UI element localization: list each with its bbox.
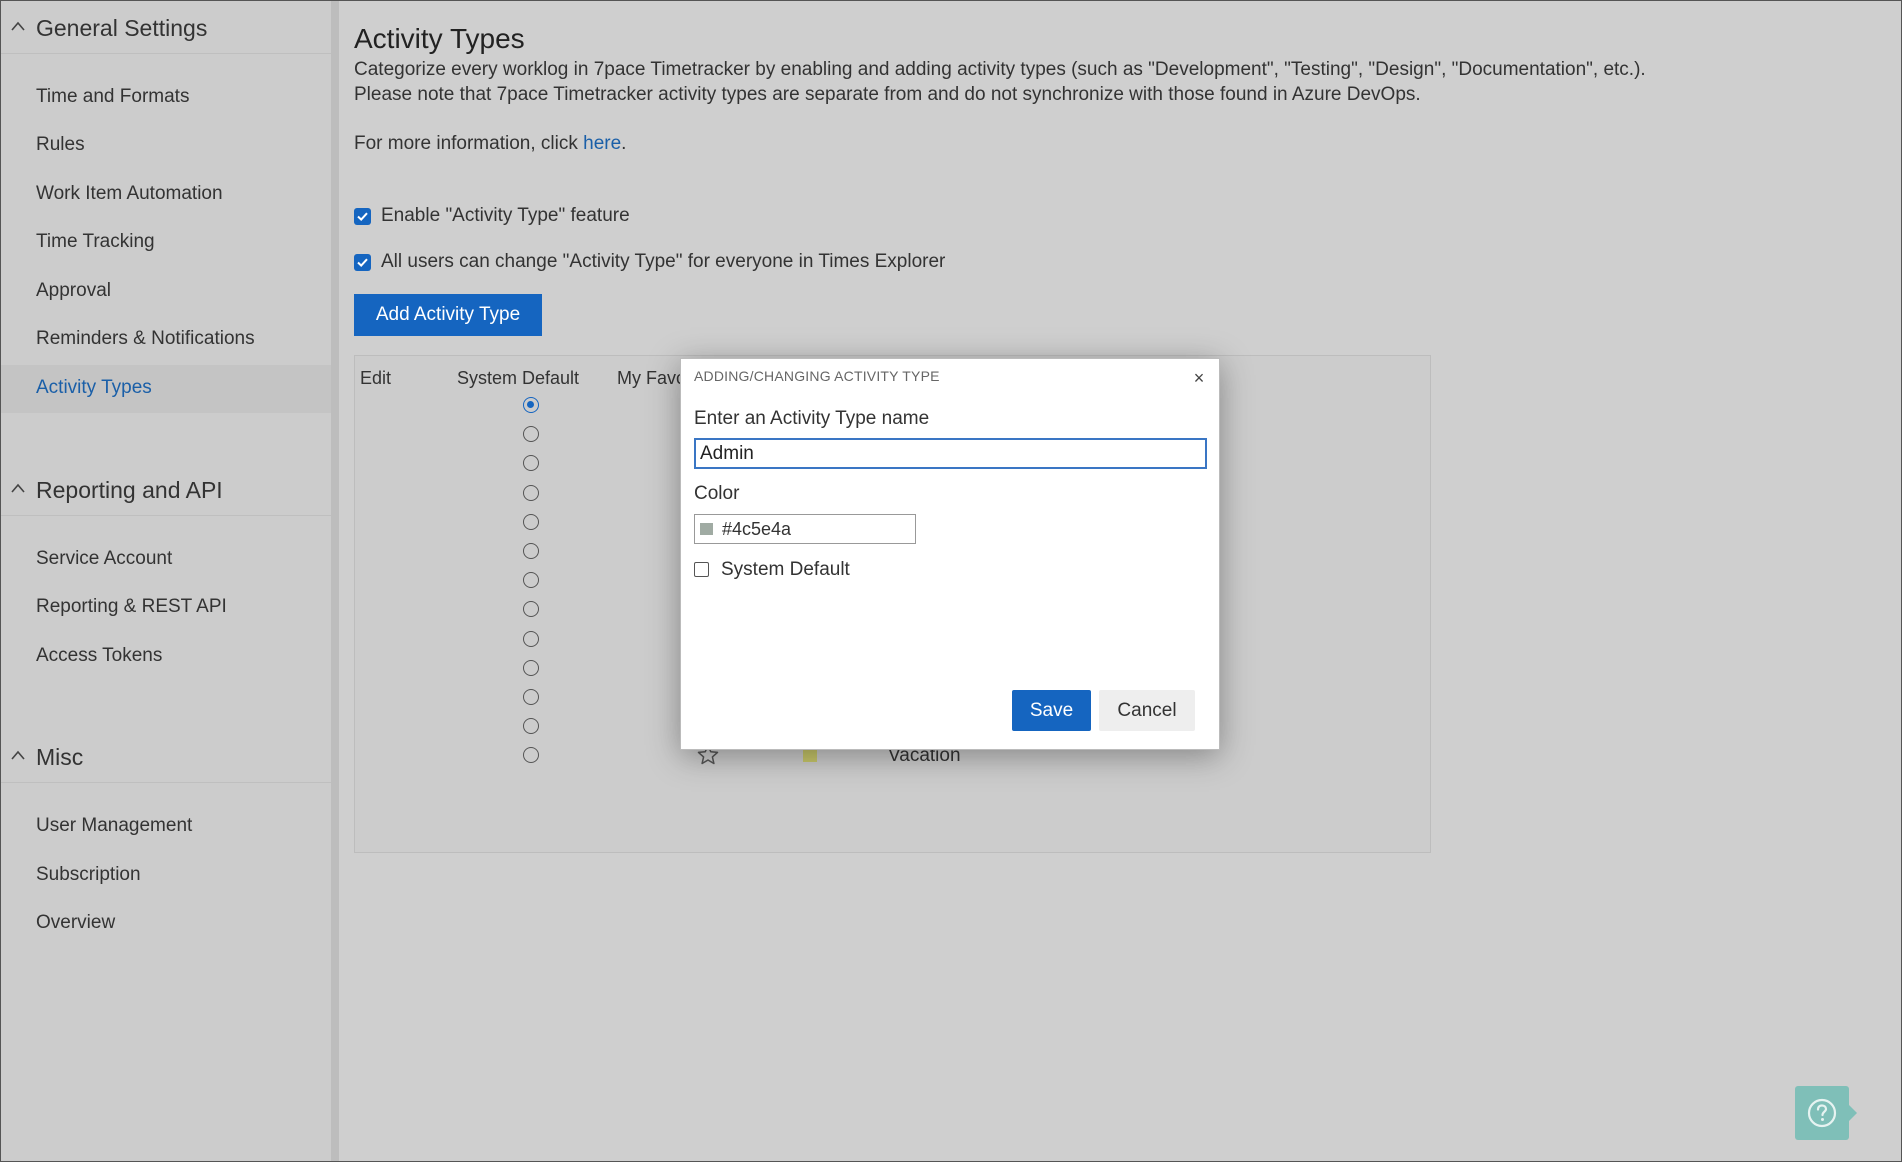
section-title: Misc [36,744,84,770]
sidebar-item-work-item-automation[interactable]: Work Item Automation [1,171,331,219]
activity-type-dialog: ADDING/CHANGING ACTIVITY TYPE × Enter an… [680,358,1220,750]
activity-type-name-input[interactable] [694,438,1207,469]
system-default-radio[interactable] [523,689,539,705]
dialog-title: ADDING/CHANGING ACTIVITY TYPE [694,368,940,384]
section-title: Reporting and API [36,477,223,503]
color-field-label: Color [694,483,740,504]
column-header-system-default: System Default [457,368,580,388]
system-default-radio[interactable] [523,543,539,559]
sidebar-item-rules[interactable]: Rules [1,122,331,170]
system-default-radio[interactable] [523,718,539,734]
chevron-up-icon [11,21,25,31]
check-icon [357,258,368,268]
sidebar-item-subscription[interactable]: Subscription [1,852,331,900]
system-default-radio[interactable] [523,572,539,588]
more-info-link[interactable]: here [583,133,621,154]
enable-activity-type-label: Enable "Activity Type" feature [381,205,630,226]
section-reporting-and-api[interactable]: Reporting and API [1,464,331,516]
chevron-up-icon [11,750,25,760]
help-icon [1807,1098,1837,1128]
all-users-change-label: All users can change "Activity Type" for… [381,251,946,272]
system-default-radio[interactable] [523,397,539,413]
section-title: General Settings [36,15,208,41]
enable-activity-type-checkbox[interactable] [354,208,371,225]
system-default-radio[interactable] [523,485,539,501]
cancel-button[interactable]: Cancel [1099,690,1195,731]
settings-sidebar: General Settings Time and Formats Rules … [1,1,331,1161]
page-title: Activity Types [354,23,525,54]
column-header-edit: Edit [360,368,392,388]
sidebar-item-approval[interactable]: Approval [1,268,331,316]
sidebar-item-time-and-formats[interactable]: Time and Formats [1,74,331,122]
color-swatch [700,523,713,535]
add-activity-type-button[interactable]: Add Activity Type [354,294,542,336]
chevron-up-icon [11,483,25,493]
all-users-change-checkbox[interactable] [354,254,371,271]
color-picker-input[interactable]: #4c5e4a [694,514,916,544]
sidebar-item-user-management[interactable]: User Management [1,803,331,851]
sidebar-item-overview[interactable]: Overview [1,900,331,948]
activity-color-swatch [803,749,817,762]
name-field-label: Enter an Activity Type name [694,408,930,429]
sidebar-item-time-tracking[interactable]: Time Tracking [1,219,331,267]
section-misc[interactable]: Misc [1,731,331,783]
save-button[interactable]: Save [1012,690,1091,731]
help-button[interactable] [1795,1086,1857,1140]
system-default-radio[interactable] [523,514,539,530]
sidebar-item-reminders-notifications[interactable]: Reminders & Notifications [1,316,331,364]
page-description-line1: Categorize every worklog in 7pace Timetr… [354,59,1646,80]
sidebar-resize-handle[interactable] [331,1,339,1161]
system-default-radio[interactable] [523,426,539,442]
system-default-label: System Default [721,559,850,580]
system-default-radio[interactable] [523,747,539,763]
system-default-radio[interactable] [523,455,539,471]
check-icon [357,212,368,222]
system-default-checkbox[interactable] [694,562,709,577]
section-general-settings[interactable]: General Settings [1,2,331,54]
system-default-radio[interactable] [523,631,539,647]
page-description-line2: Please note that 7pace Timetracker activ… [354,84,1421,105]
sidebar-item-activity-types[interactable]: Activity Types [1,365,331,413]
color-value: #4c5e4a [722,519,792,539]
sidebar-item-reporting-rest-api[interactable]: Reporting & REST API [1,584,331,632]
more-info-text: For more information, click here. [354,133,627,154]
sidebar-item-access-tokens[interactable]: Access Tokens [1,633,331,681]
sidebar-item-service-account[interactable]: Service Account [1,536,331,584]
column-header-my-favorites: My Favc [617,368,686,388]
system-default-radio[interactable] [523,601,539,617]
close-icon[interactable]: × [1189,368,1209,388]
system-default-radio[interactable] [523,660,539,676]
